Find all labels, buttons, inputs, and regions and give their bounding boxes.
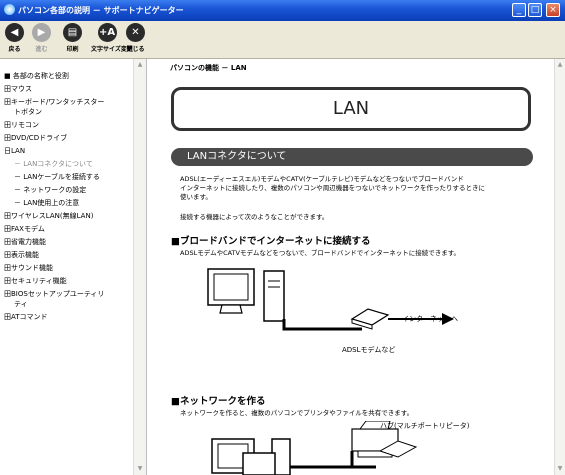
broadband-text: ADSLモデムやCATVモデムなどをつないで、ブロードバンドでインターネットに接… [180,249,461,257]
close-button[interactable]: ✕ 閉じる [123,23,148,56]
sidebar-item-keyboard[interactable]: 田キーボード/ワンタッチスター [4,97,104,107]
connect-note: 接続する機器によって次のようなことができます。 [180,213,329,221]
back-label: 戻る [8,46,21,53]
sidebar-item-lan-cable[interactable]: － LANケーブルを接続する [14,172,100,182]
intro-line-1: ADSL(エーディーエスエル)モデムやCATV(ケーブルテレビ)モデムなどをつな… [180,175,464,183]
sidebar-item-lan-connector[interactable]: － LANコネクタについて [14,159,93,169]
breadcrumb: パソコンの機能 － LAN [170,64,247,72]
app-icon [4,4,15,15]
lan-cable [282,319,362,331]
intro-line-2: インターネットに接続したり、複数のパソコンや周辺機器をつないでネットワークを作っ… [180,184,486,192]
maximize-button[interactable]: □ [528,3,542,17]
print-icon: ▤ [63,23,82,42]
sidebar-item-mouse[interactable]: 田マウス [4,84,32,94]
close-window-button[interactable]: × [546,3,560,17]
sidebar-item-power-saving[interactable]: 田省電力機能 [4,237,46,247]
sidebar-item-dvd[interactable]: 田DVD/CDドライブ [4,133,67,143]
broadband-diagram [207,268,454,331]
intro-line-3: 使います。 [180,193,212,201]
sidebar-item-lan-notes[interactable]: － LAN使用上の注意 [14,198,79,208]
sidebar-item-display[interactable]: 田表示機能 [4,250,39,260]
sidebar-item-bios[interactable]: 田BIOSセットアップユーティリ [4,289,104,299]
network-heading: ■ネットワークを作る [171,396,266,407]
hub-label: ハブ(マルチポートリピータ) [380,422,470,430]
font-size-button[interactable]: +A 文字サイズ変更 [91,23,133,56]
back-icon: ◀ [5,23,24,42]
close-icon: ✕ [126,23,145,42]
sidebar-item-keyboard-cont[interactable]: トボタン [14,107,42,117]
scroll-down-icon[interactable]: ▼ [136,465,144,473]
sidebar-item-network-settings[interactable]: － ネットワークの設定 [14,185,86,195]
section-title: LANコネクタについて [171,148,533,166]
laptop-diagram [242,452,276,475]
sidebar-scrollbar[interactable]: ▲ ▼ [133,59,146,475]
scroll-up-icon[interactable]: ▲ [556,61,564,69]
forward-icon: ▶ [32,23,51,42]
content-scrollbar[interactable]: ▲ ▼ [554,59,565,475]
modem-label: ADSLモデムなど [342,346,396,354]
sidebar-item-fax-modem[interactable]: 田FAXモデム [4,224,45,234]
sidebar-item-names[interactable]: ■ 各部の名称と役割 [4,71,69,81]
page-title: LAN [171,87,531,131]
print-label: 印刷 [66,46,79,53]
sidebar: ■ 各部の名称と役割 田マウス 田キーボード/ワンタッチスター トボタン 田リモ… [0,59,147,475]
forward-label: 進む [35,46,48,53]
content-pane: パソコンの機能 － LAN LAN LANコネクタについて ADSL(エーディー… [147,59,565,475]
network-text: ネットワークを作ると、複数のパソコンでプリンタやファイルを共有できます。 [180,409,414,417]
print-button[interactable]: ▤ 印刷 [60,23,85,56]
font-size-icon: +A [97,23,117,42]
sidebar-item-sound[interactable]: 田サウンド機能 [4,263,53,273]
sidebar-item-lan[interactable]: 日LAN [4,146,25,156]
scroll-up-icon[interactable]: ▲ [136,61,144,69]
font-size-label: 文字サイズ変更 [91,46,133,53]
toolbar: ◀ 戻る ▶ 進む ▤ 印刷 +A 文字サイズ変更 ✕ 閉じる [0,21,565,59]
close-label: 閉じる [126,46,145,53]
back-button[interactable]: ◀ 戻る [2,23,27,56]
laptop-icon [242,452,276,475]
title-bar: パソコン各部の説明 － サポートナビゲーター _ □ × [0,0,565,21]
sidebar-item-remote[interactable]: 田リモコン [4,120,39,130]
forward-button[interactable]: ▶ 進む [29,23,54,56]
minimize-button[interactable]: _ [512,3,526,17]
sidebar-item-wireless-lan[interactable]: 田ワイヤレスLAN(無線LAN) [4,211,93,221]
pc-tower-icon [263,270,285,322]
internet-label: インターネットへ [402,315,458,323]
broadband-heading: ■ブロードバンドでインターネットに接続する [171,236,371,247]
sidebar-item-bios-cont[interactable]: ティ [14,299,28,309]
sidebar-item-at-command[interactable]: 田ATコマンド [4,312,48,322]
sidebar-item-security[interactable]: 田セキュリティ機能 [4,276,67,286]
window-title: パソコン各部の説明 － サポートナビゲーター [18,6,184,15]
scroll-down-icon[interactable]: ▼ [556,465,564,473]
